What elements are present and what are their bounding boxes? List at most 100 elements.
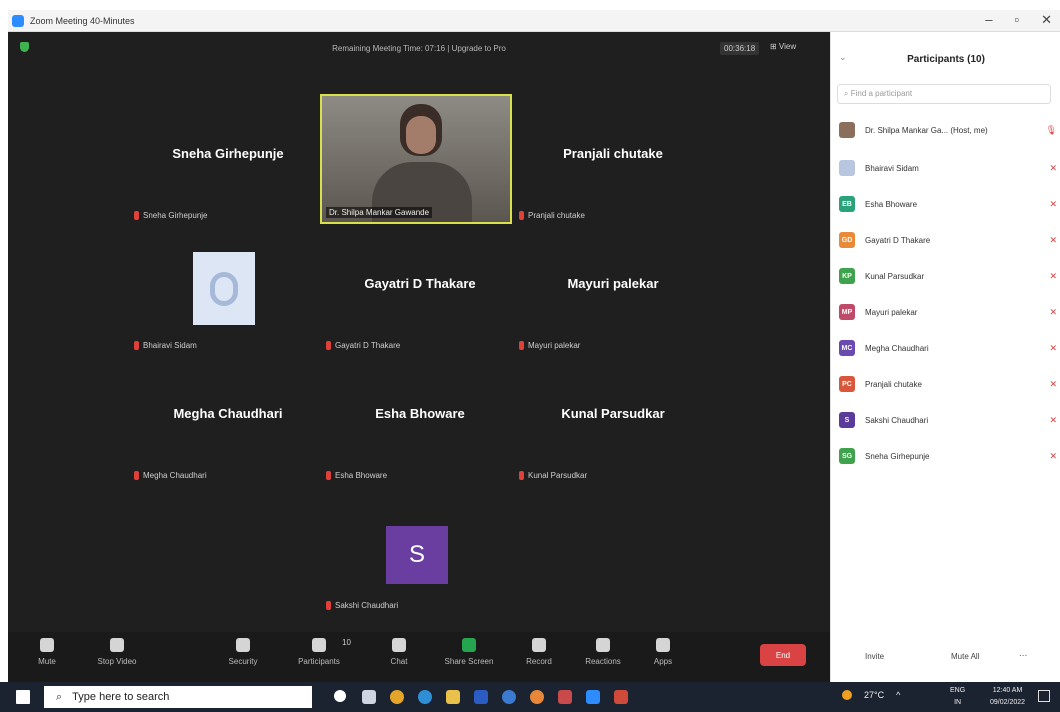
mic-video-icons[interactable]: ✕ [1027, 451, 1057, 462]
smiley-icon [596, 638, 610, 652]
taskbar-search-input[interactable]: ⌕ Type here to search [44, 686, 312, 708]
windows-taskbar: ⌕ Type here to search 27°C ^ ENG IN 12:40… [0, 682, 1060, 712]
participant-tile-kunal[interactable]: Kunal Parsudkar Kunal Parsudkar [513, 354, 713, 484]
mic-muted-icon [519, 211, 524, 220]
participant-tile-megha[interactable]: Megha Chaudhari Megha Chaudhari [128, 354, 328, 484]
notification-icon[interactable] [1038, 690, 1050, 702]
chevron-up-icon[interactable]: ^ [896, 690, 900, 700]
participant-row[interactable]: Dr. Shilpa Mankar Ga... (Host, me) 🎙 [839, 120, 1057, 140]
participant-tile-sneha[interactable]: Sneha Girhepunje Sneha Girhepunje [128, 94, 328, 224]
mic-muted-icon [326, 341, 331, 350]
participant-row[interactable]: Bhairavi Sidam ✕ [839, 158, 1057, 178]
task-view-icon[interactable] [362, 690, 376, 704]
participant-tile-gayatri[interactable]: Gayatri D Thakare Gayatri D Thakare [320, 224, 520, 354]
view-button[interactable]: ⊞ View [770, 42, 796, 51]
participant-tile-esha[interactable]: Esha Bhoware Esha Bhoware [320, 354, 520, 484]
taskbar-clock[interactable]: 12:40 AM 09/02/2022 [990, 685, 1025, 709]
participant-avatar: S [839, 412, 855, 428]
share-screen-icon [462, 638, 476, 652]
window-titlebar: Zoom Meeting 40-Minutes – ▫ ✕ [8, 10, 1060, 32]
participant-avatar: SG [839, 448, 855, 464]
invite-button[interactable]: Invite [865, 652, 884, 661]
system-tray: 27°C ^ [842, 690, 900, 700]
security-button[interactable]: Security [208, 638, 278, 666]
mic-video-icons[interactable]: ✕ [1027, 199, 1057, 210]
participant-tile-label: Megha Chaudhari [134, 471, 207, 480]
record-button[interactable]: Record [504, 638, 574, 666]
participant-tile-pranjali[interactable]: Pranjali chutake Pranjali chutake [513, 94, 713, 224]
remaining-time-banner[interactable]: Remaining Meeting Time: 07:16 | Upgrade … [8, 44, 830, 53]
participant-row[interactable]: PC Pranjali chutake ✕ [839, 374, 1057, 394]
meeting-toolbar: Mute Stop Video Security Participants 10… [8, 632, 830, 682]
mic-muted-icon [134, 211, 139, 220]
mic-muted-icon [134, 341, 139, 350]
video-name-label: Dr. Shilpa Mankar Gawande [326, 207, 433, 218]
participant-tile-name: Kunal Parsudkar [561, 406, 665, 421]
restore-button[interactable]: ▫ [1014, 12, 1019, 28]
pdf-icon[interactable] [558, 690, 572, 704]
meeting-timer: 00:36:18 [720, 42, 760, 55]
participant-avatar: MP [839, 304, 855, 320]
shield-icon [236, 638, 250, 652]
zoom-app-icon [12, 14, 24, 27]
app-icon[interactable] [502, 690, 516, 704]
mic-video-icons[interactable]: ✕ [1027, 307, 1057, 318]
participant-tile-name: Gayatri D Thakare [364, 276, 476, 291]
apps-button[interactable]: Apps [628, 638, 698, 666]
mic-video-icons[interactable]: ✕ [1027, 235, 1057, 246]
edge-icon[interactable] [418, 690, 432, 704]
weather-icon[interactable] [842, 690, 852, 700]
participant-avatar: GD [839, 232, 855, 248]
mic-video-icons[interactable]: ✕ [1027, 271, 1057, 282]
participant-tile-label: Gayatri D Thakare [326, 341, 400, 350]
cortana-icon[interactable] [334, 690, 346, 702]
profile-ring-icon [210, 271, 238, 306]
chat-bubble-icon [392, 638, 406, 652]
video-camera-icon [110, 638, 124, 652]
close-button[interactable]: ✕ [1041, 12, 1052, 28]
participants-title: Participants (10) [907, 54, 985, 65]
windows-start-icon[interactable] [16, 690, 30, 704]
participant-search-input[interactable]: ⌕ Find a participant [837, 84, 1051, 104]
zoom-taskbar-icon[interactable] [586, 690, 600, 704]
participant-row[interactable]: SG Sneha Girhepunje ✕ [839, 446, 1057, 466]
mic-muted-icon [326, 471, 331, 480]
minimize-button[interactable]: – [985, 12, 992, 28]
participant-avatar [839, 160, 855, 176]
chrome-icon[interactable] [390, 690, 404, 704]
participant-tile-name: Megha Chaudhari [173, 406, 283, 421]
participant-row[interactable]: GD Gayatri D Thakare ✕ [839, 230, 1057, 250]
apps-icon [656, 638, 670, 652]
participant-avatar [839, 122, 855, 138]
participant-row[interactable]: KP Kunal Parsudkar ✕ [839, 266, 1057, 286]
word-icon[interactable] [474, 690, 488, 704]
file-explorer-icon[interactable] [446, 690, 460, 704]
search-icon: ⌕ [56, 690, 63, 703]
stop-video-button[interactable]: Stop Video [82, 638, 152, 666]
participant-tile-mayuri[interactable]: Mayuri palekar Mayuri palekar [513, 224, 713, 354]
mute-button[interactable]: Mute [12, 638, 82, 666]
participant-avatar: KP [839, 268, 855, 284]
participant-row[interactable]: MP Mayuri palekar ✕ [839, 302, 1057, 322]
active-speaker-video[interactable]: Dr. Shilpa Mankar Gawande [320, 94, 512, 224]
chrome-profile-icon[interactable] [530, 690, 544, 704]
temperature[interactable]: 27°C [864, 690, 884, 700]
mute-all-button[interactable]: Mute All [951, 652, 979, 661]
participant-row[interactable]: MC Megha Chaudhari ✕ [839, 338, 1057, 358]
participant-row[interactable]: S Sakshi Chaudhari ✕ [839, 410, 1057, 430]
mic-video-icons[interactable]: ✕ [1027, 379, 1057, 390]
mic-video-icons[interactable]: 🎙 [1027, 125, 1057, 136]
chat-button[interactable]: Chat [364, 638, 434, 666]
more-options-button[interactable]: ... [1019, 648, 1027, 659]
participant-tile-name: Mayuri palekar [567, 276, 659, 291]
mic-video-icons[interactable]: ✕ [1027, 163, 1057, 174]
language-indicator[interactable]: ENG IN [950, 685, 965, 709]
participant-row[interactable]: EB Esha Bhoware ✕ [839, 194, 1057, 214]
mic-muted-icon [134, 471, 139, 480]
end-meeting-button[interactable]: End [760, 644, 806, 666]
mic-video-icons[interactable]: ✕ [1027, 415, 1057, 426]
mic-video-icons[interactable]: ✕ [1027, 343, 1057, 354]
share-screen-button[interactable]: Share Screen [434, 638, 504, 666]
powerpoint-icon[interactable] [614, 690, 628, 704]
microphone-icon [40, 638, 54, 652]
